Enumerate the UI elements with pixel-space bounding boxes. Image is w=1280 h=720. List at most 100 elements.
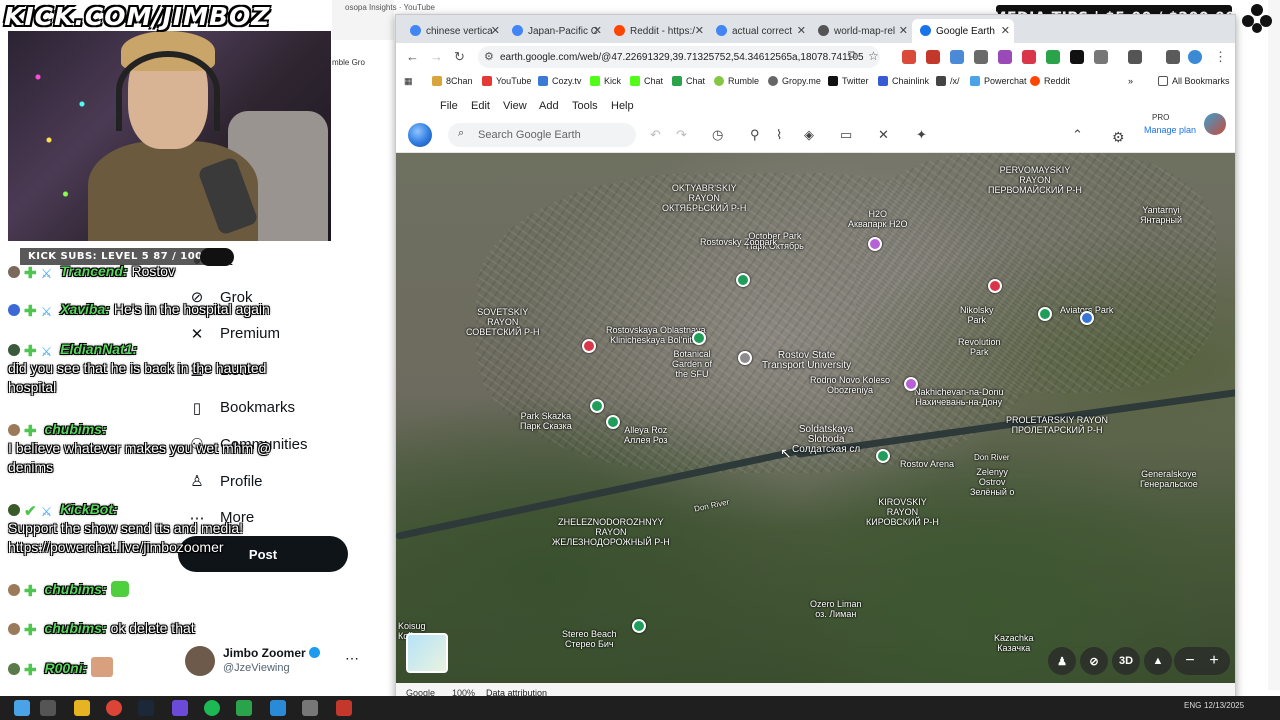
tab-5[interactable]: world-map-rel ✕ bbox=[810, 19, 912, 43]
media-controls-icon[interactable] bbox=[1166, 50, 1180, 64]
chevron-up-icon[interactable]: ⌃ bbox=[1072, 127, 1083, 143]
file-explorer-icon[interactable] bbox=[74, 700, 90, 716]
tab-4[interactable]: actual correct ✕ bbox=[708, 19, 810, 43]
satellite-tool-icon[interactable]: ✕ bbox=[878, 127, 889, 143]
address-bar[interactable]: ⚙ earth.google.com/web/@47.22691329,39.71… bbox=[478, 46, 880, 68]
bookmark-reddit[interactable]: Reddit bbox=[1030, 76, 1070, 86]
park-pin-icon[interactable] bbox=[606, 415, 620, 429]
menu-kebab-icon[interactable]: ⋮ bbox=[1214, 49, 1227, 65]
close-icon[interactable]: ✕ bbox=[593, 24, 602, 37]
back-icon[interactable]: ← bbox=[406, 49, 419, 64]
all-bookmarks[interactable]: All Bookmarks bbox=[1158, 76, 1230, 86]
zoom-out-icon[interactable]: − bbox=[1180, 651, 1200, 671]
bookmark-powerchat[interactable]: Powerchat bbox=[970, 76, 1027, 86]
puzzle-icon[interactable] bbox=[1094, 50, 1108, 64]
layers-icon[interactable]: ◈ bbox=[804, 127, 814, 143]
extension-icon[interactable] bbox=[1046, 50, 1060, 64]
reload-icon[interactable]: ↻ bbox=[454, 49, 465, 65]
extension-icon[interactable] bbox=[1022, 50, 1036, 64]
bookmark-chat[interactable]: Chat bbox=[672, 76, 705, 86]
more-options-icon[interactable]: ⋯ bbox=[345, 650, 359, 667]
bookmark-rumble[interactable]: Rumble bbox=[714, 76, 759, 86]
google-earth-logo[interactable] bbox=[408, 123, 432, 147]
clock-date[interactable]: 12/13/2025 bbox=[1204, 701, 1244, 710]
extension-icon[interactable] bbox=[998, 50, 1012, 64]
page-scrollbar[interactable] bbox=[1268, 0, 1280, 690]
apps-grid-icon[interactable]: ▦ bbox=[404, 76, 413, 87]
zoom-in-icon[interactable]: + bbox=[1204, 651, 1224, 671]
bookmark-kick[interactable]: Kick bbox=[590, 76, 621, 86]
stadium-pin-icon[interactable] bbox=[876, 449, 890, 463]
tab-3[interactable]: Reddit - https:/✕ bbox=[606, 19, 708, 43]
star-icon[interactable]: ☆ bbox=[868, 49, 879, 63]
undo-icon[interactable]: ↶ bbox=[650, 127, 661, 143]
compass-reset-icon[interactable]: ⊘ bbox=[1080, 647, 1108, 675]
bookmark-youtube[interactable]: YouTube bbox=[482, 76, 531, 86]
bookmark-twitter[interactable]: Twitter bbox=[828, 76, 869, 86]
path-icon[interactable]: ⌇ bbox=[776, 127, 782, 143]
chrome-icon[interactable] bbox=[106, 700, 122, 716]
extension-icon[interactable] bbox=[950, 50, 964, 64]
extension-icon[interactable] bbox=[902, 50, 916, 64]
redo-icon[interactable]: ↷ bbox=[676, 127, 687, 143]
close-icon[interactable]: ✕ bbox=[491, 24, 500, 37]
satellite-map[interactable]: OKTYABR'SKIY RAYON ОКТЯБРЬСКИЙ Р-Н PERVO… bbox=[396, 153, 1235, 683]
park-pin-icon[interactable] bbox=[736, 273, 750, 287]
menu-help[interactable]: Help bbox=[611, 100, 634, 112]
spotify-icon[interactable] bbox=[204, 700, 220, 716]
earth-search-input[interactable]: ⌕ Search Google Earth bbox=[448, 123, 636, 147]
install-app-icon[interactable]: ⧉ bbox=[848, 49, 856, 62]
forward-icon[interactable]: → bbox=[430, 49, 443, 64]
site-info-icon[interactable]: ⚙ bbox=[484, 50, 494, 63]
menu-edit[interactable]: Edit bbox=[471, 100, 490, 112]
bookmark-cozy[interactable]: Cozy.tv bbox=[538, 76, 581, 86]
measure-icon[interactable]: ▭ bbox=[840, 127, 852, 143]
manage-plan-link[interactable]: Manage plan bbox=[1144, 125, 1196, 135]
tab-1[interactable]: chinese vertica ✕ bbox=[402, 19, 504, 43]
bookmark-8chan[interactable]: 8Chan bbox=[432, 76, 473, 86]
tab-google-earth[interactable]: Google Earth ✕ bbox=[912, 19, 1014, 43]
profile-avatar-icon[interactable] bbox=[1188, 50, 1202, 64]
app-icon[interactable] bbox=[236, 700, 252, 716]
task-view-icon[interactable] bbox=[40, 700, 56, 716]
bookmarks-overflow-icon[interactable]: » bbox=[1128, 76, 1133, 86]
account-avatar[interactable] bbox=[1204, 113, 1226, 135]
toggle-3d-button[interactable]: 3D bbox=[1112, 647, 1140, 675]
menu-file[interactable]: File bbox=[440, 100, 458, 112]
university-pin-icon[interactable] bbox=[738, 351, 752, 365]
hospital-pin-icon[interactable] bbox=[988, 279, 1002, 293]
side-panel-icon[interactable] bbox=[1128, 50, 1142, 64]
menu-view[interactable]: View bbox=[503, 100, 527, 112]
map-style-thumbnail[interactable] bbox=[406, 633, 448, 673]
windows-start-icon[interactable] bbox=[14, 700, 30, 716]
menu-add[interactable]: Add bbox=[539, 100, 559, 112]
pegman-icon[interactable]: ♟ bbox=[1048, 647, 1076, 675]
bookmark-chainlink[interactable]: Chainlink bbox=[878, 76, 929, 86]
bookmark-chat[interactable]: Chat bbox=[630, 76, 663, 86]
place-pin-icon[interactable] bbox=[904, 377, 918, 391]
x-extension-icon[interactable] bbox=[1070, 50, 1084, 64]
steam-icon[interactable] bbox=[138, 700, 154, 716]
settings-gear-icon[interactable]: ⚙ bbox=[1112, 129, 1125, 146]
tab-2[interactable]: Japan-Pacific C ✕ bbox=[504, 19, 606, 43]
extension-icon[interactable] bbox=[974, 50, 988, 64]
gemini-icon[interactable]: ✦ bbox=[916, 127, 927, 143]
menu-tools[interactable]: Tools bbox=[572, 100, 598, 112]
close-icon[interactable]: ✕ bbox=[695, 24, 704, 37]
close-icon[interactable]: ✕ bbox=[1001, 24, 1010, 37]
bookmark-gropy[interactable]: Gropy.me bbox=[768, 76, 821, 86]
language-indicator[interactable]: ENG bbox=[1184, 701, 1201, 710]
placemark-icon[interactable]: ⚲ bbox=[750, 127, 760, 143]
app-icon[interactable] bbox=[336, 700, 352, 716]
park-pin-icon[interactable] bbox=[1038, 307, 1052, 321]
park-pin-icon[interactable] bbox=[590, 399, 604, 413]
compass-icon[interactable]: ▲ bbox=[1144, 647, 1172, 675]
telegram-icon[interactable] bbox=[270, 700, 286, 716]
app-icon[interactable] bbox=[172, 700, 188, 716]
beach-pin-icon[interactable] bbox=[632, 619, 646, 633]
hospital-pin-icon[interactable] bbox=[582, 339, 596, 353]
close-icon[interactable]: ✕ bbox=[797, 24, 806, 37]
history-icon[interactable]: ◷ bbox=[712, 127, 723, 143]
airport-pin-icon[interactable] bbox=[1080, 311, 1094, 325]
park-pin-icon[interactable] bbox=[692, 331, 706, 345]
